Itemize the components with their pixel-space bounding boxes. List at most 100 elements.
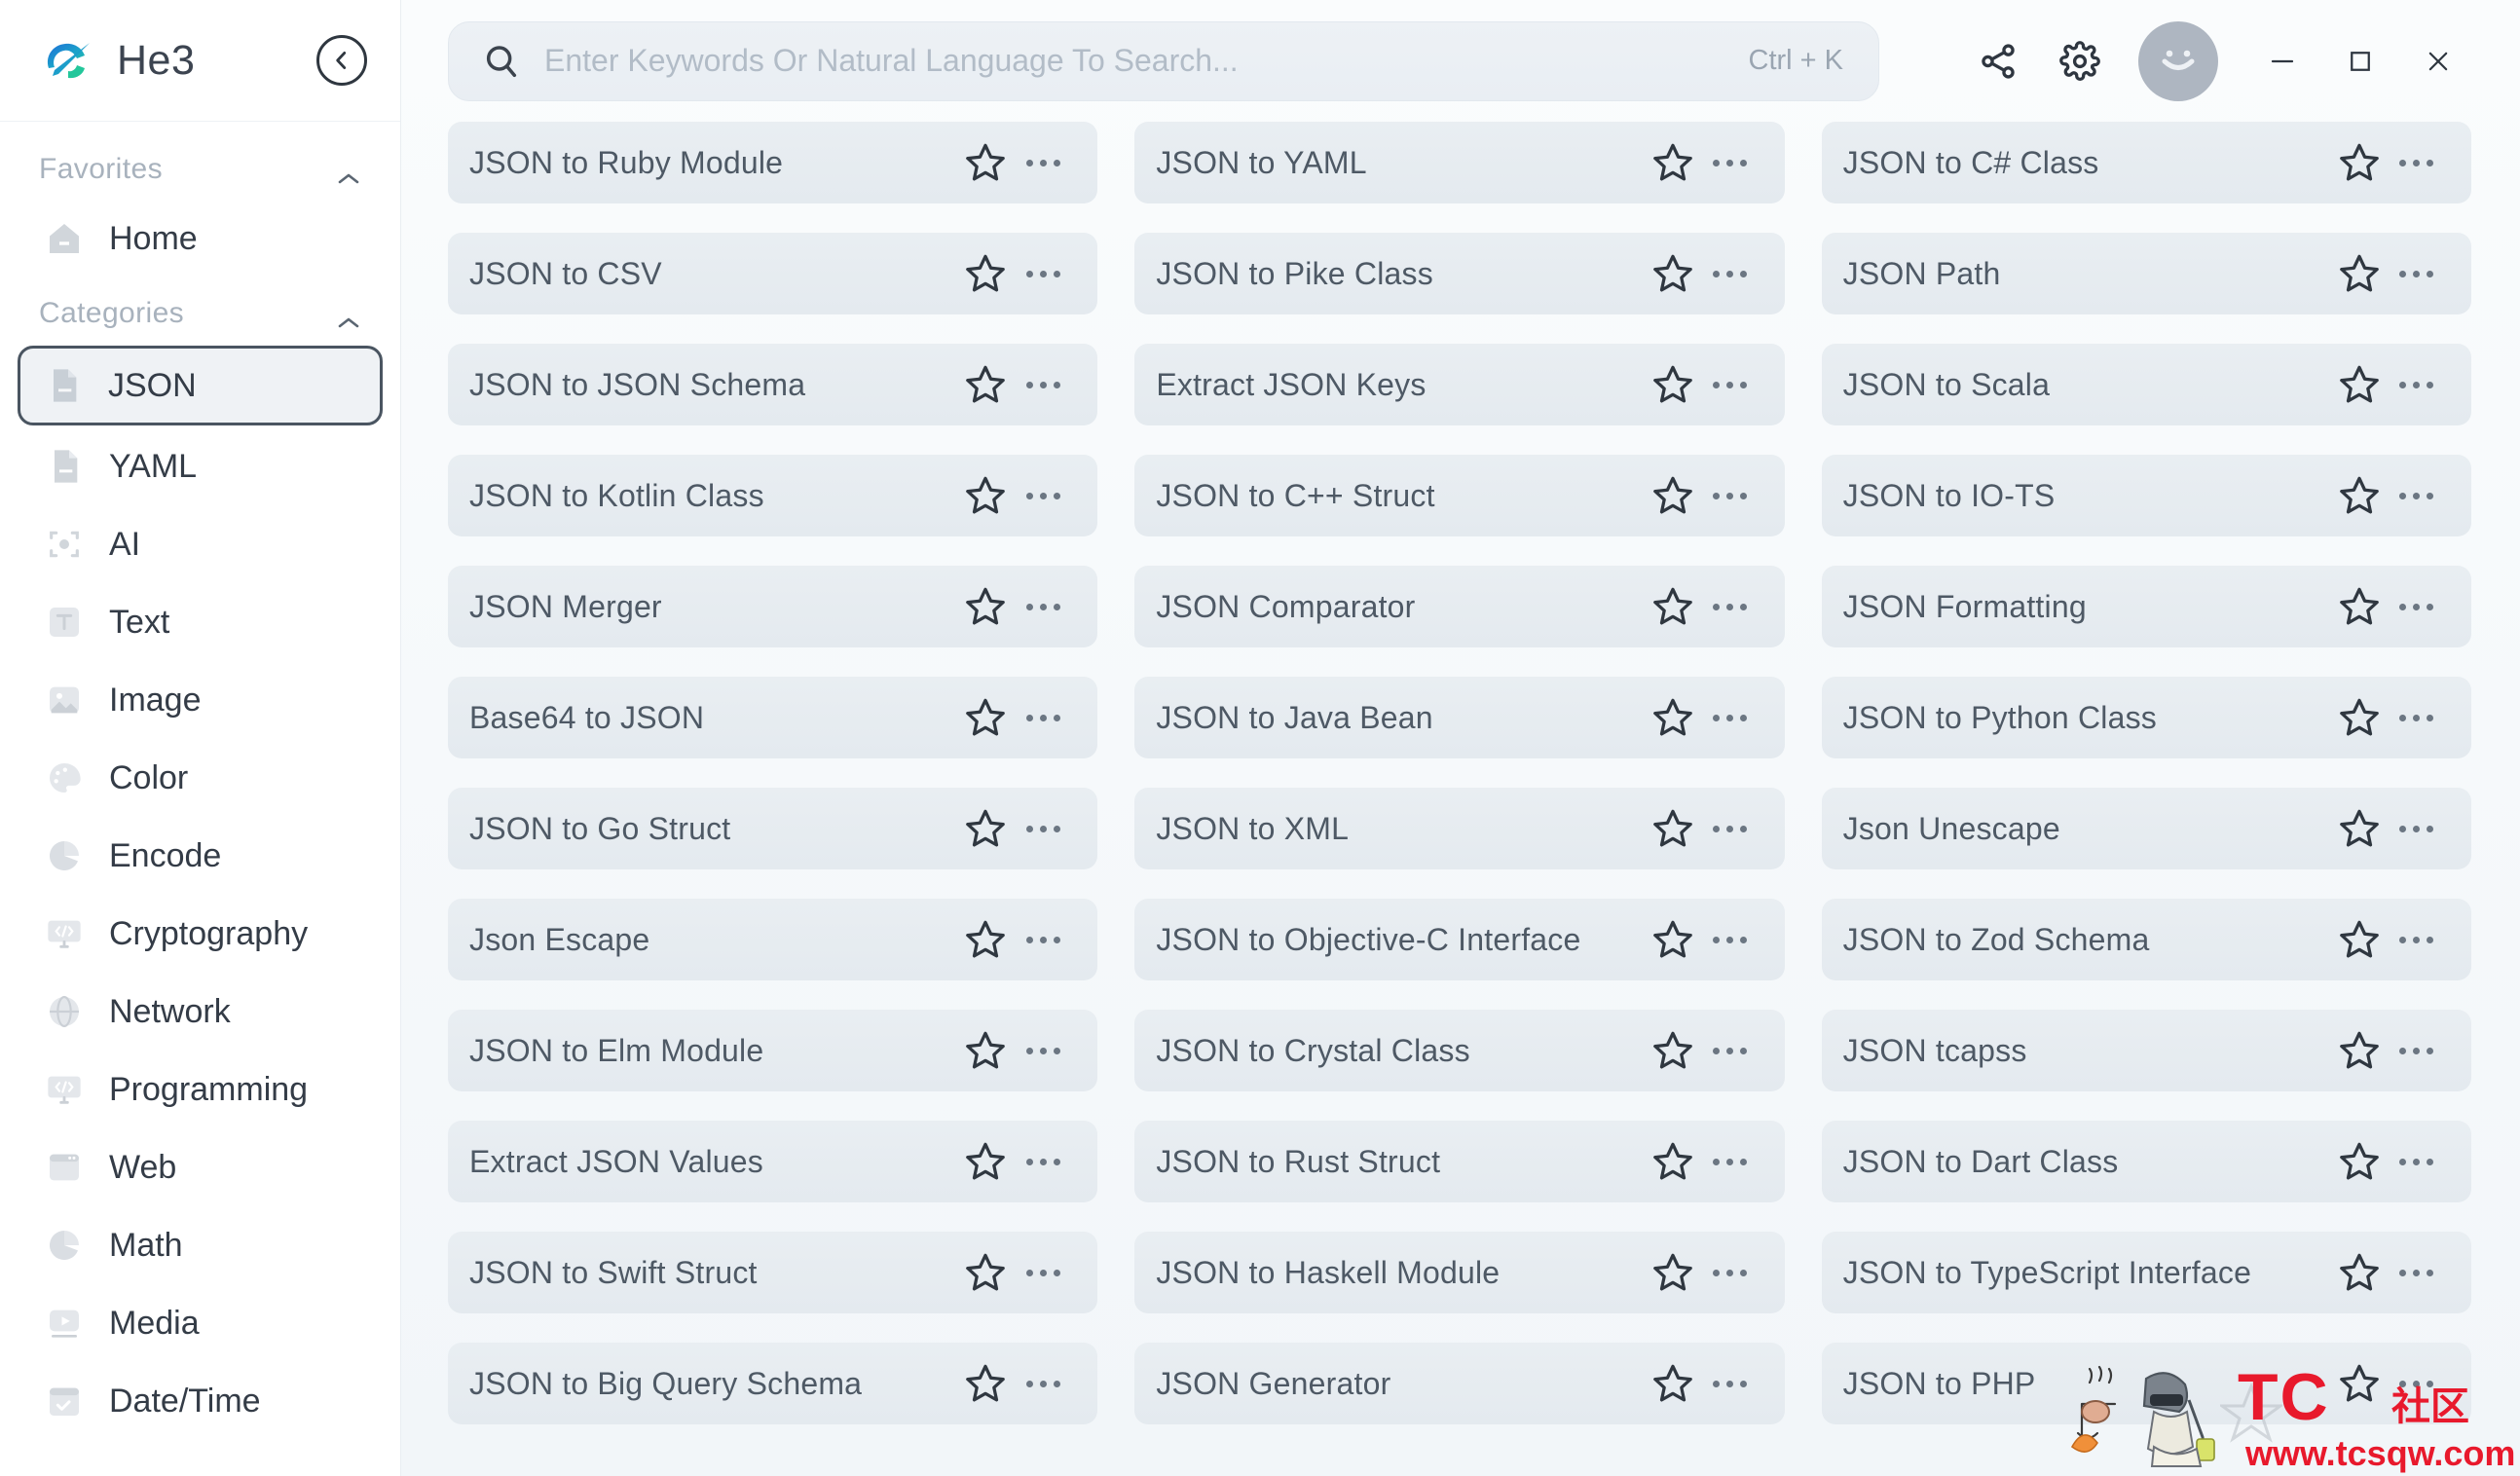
tool-card-more-button[interactable] [1021,695,1064,740]
favorite-star-button[interactable] [963,1028,1008,1073]
favorite-star-button[interactable] [1650,917,1695,962]
sidebar-item-yaml[interactable]: YAML [21,429,379,503]
tool-card-more-button[interactable] [1021,806,1064,851]
tool-card-more-button[interactable] [1709,1250,1752,1295]
tool-card-more-button[interactable] [2395,1028,2438,1073]
sidebar-item-encode[interactable]: Encode [21,819,379,893]
favorite-star-button[interactable] [963,251,1008,296]
sidebar-item-datetime[interactable]: Date/Time [21,1364,379,1438]
favorite-star-button[interactable] [2337,1139,2382,1184]
tool-card-more-button[interactable] [1709,251,1752,296]
sidebar-item-color[interactable]: Color [21,741,379,815]
tool-card[interactable]: JSON to Pike Class [1134,233,1785,314]
tool-card[interactable]: Extract JSON Values [448,1121,1098,1202]
favorite-star-button[interactable] [963,806,1008,851]
tool-card[interactable]: JSON to Haskell Module [1134,1232,1785,1313]
tool-card-more-button[interactable] [2395,695,2438,740]
sidebar-group-favorites[interactable]: Favorites [0,135,400,198]
sidebar-item-text[interactable]: Text [21,585,379,659]
tool-card-more-button[interactable] [2395,584,2438,629]
tool-card[interactable]: JSON to Zod Schema [1821,899,2471,980]
tool-card-more-button[interactable] [1021,584,1064,629]
tool-card[interactable]: JSON to Swift Struct [448,1232,1098,1313]
favorite-star-button[interactable] [1650,251,1695,296]
favorite-star-button[interactable] [2337,584,2382,629]
tool-card[interactable]: JSON to Java Bean [1134,677,1785,758]
favorite-star-button[interactable] [963,1361,1008,1406]
favorite-star-button[interactable] [1650,1361,1695,1406]
tool-card[interactable]: JSON Merger [448,566,1098,647]
tool-card[interactable]: JSON to XML [1134,788,1785,869]
tool-card[interactable]: JSON to C++ Struct [1134,455,1785,536]
tool-card[interactable]: JSON to Dart Class [1821,1121,2471,1202]
sidebar-item-math[interactable]: Math [21,1208,379,1282]
tool-card[interactable]: JSON to CSV [448,233,1098,314]
tool-card[interactable]: JSON to Ruby Module [448,122,1098,203]
tool-card-more-button[interactable] [1709,473,1752,518]
sidebar-item-ai[interactable]: AI [21,507,379,581]
tool-card-more-button[interactable] [1021,362,1064,407]
tool-card[interactable]: JSON to Objective-C Interface [1134,899,1785,980]
tool-card[interactable]: Base64 to JSON [448,677,1098,758]
favorite-star-button[interactable] [1650,584,1695,629]
share-button[interactable] [1957,27,2039,95]
tool-card[interactable]: JSON Generator [1134,1343,1785,1424]
favorite-star-button[interactable] [2337,140,2382,185]
favorite-star-button[interactable] [963,473,1008,518]
tool-card[interactable]: JSON Formatting [1821,566,2471,647]
tool-card[interactable]: Json Escape [448,899,1098,980]
tool-card[interactable]: JSON to Rust Struct [1134,1121,1785,1202]
tool-card-more-button[interactable] [1021,473,1064,518]
sidebar-group-categories[interactable]: Categories [0,279,400,342]
favorite-star-button[interactable] [963,1139,1008,1184]
search-bar[interactable]: Ctrl + K [448,20,1879,101]
tool-card[interactable]: JSON to Elm Module [448,1010,1098,1091]
favorite-star-button[interactable] [963,917,1008,962]
tool-card-more-button[interactable] [2395,473,2438,518]
favorite-star-button[interactable] [2337,806,2382,851]
sidebar-item-cryptography[interactable]: Cryptography [21,897,379,971]
favorite-star-button[interactable] [963,584,1008,629]
tool-card-more-button[interactable] [1709,1028,1752,1073]
tool-card[interactable]: JSON to IO-TS [1821,455,2471,536]
favorite-star-button[interactable] [2337,1361,2382,1406]
tool-card-more-button[interactable] [2395,806,2438,851]
tool-card[interactable]: JSON to Crystal Class [1134,1010,1785,1091]
tool-card-more-button[interactable] [2395,1139,2438,1184]
favorite-star-button[interactable] [963,1250,1008,1295]
favorite-star-button[interactable] [1650,806,1695,851]
favorite-star-button[interactable] [1650,362,1695,407]
sidebar-collapse-button[interactable] [316,35,367,86]
tool-card-more-button[interactable] [1709,1139,1752,1184]
favorite-star-button[interactable] [2337,473,2382,518]
search-input[interactable] [544,43,1729,79]
favorite-star-button[interactable] [963,140,1008,185]
sidebar-item-home[interactable]: Home [21,202,379,276]
favorite-star-button[interactable] [2337,1250,2382,1295]
tool-card-more-button[interactable] [2395,362,2438,407]
tool-card-more-button[interactable] [1021,917,1064,962]
favorite-star-button[interactable] [2337,251,2382,296]
favorite-star-button[interactable] [1650,1028,1695,1073]
tool-card[interactable]: JSON to Big Query Schema [448,1343,1098,1424]
tool-card-more-button[interactable] [1709,362,1752,407]
tool-card-more-button[interactable] [1021,140,1064,185]
tool-card[interactable]: JSON to YAML [1134,122,1785,203]
tool-card-more-button[interactable] [1021,1028,1064,1073]
tool-card-more-button[interactable] [1709,140,1752,185]
tool-card[interactable]: JSON tcapss [1821,1010,2471,1091]
tool-card[interactable]: Json Unescape [1821,788,2471,869]
favorite-star-button[interactable] [1650,1139,1695,1184]
minimize-button[interactable] [2243,27,2321,95]
favorite-star-button[interactable] [1650,695,1695,740]
tool-card-more-button[interactable] [1021,1250,1064,1295]
favorite-star-button[interactable] [963,362,1008,407]
avatar[interactable] [2138,20,2218,101]
sidebar-item-image[interactable]: Image [21,663,379,737]
tool-card-more-button[interactable] [1021,1361,1064,1406]
tool-card-more-button[interactable] [2395,140,2438,185]
tool-card[interactable]: JSON to Go Struct [448,788,1098,869]
close-button[interactable] [2399,27,2477,95]
tool-card[interactable]: JSON Path [1821,233,2471,314]
tool-card[interactable]: JSON to TypeScript Interface [1821,1232,2471,1313]
